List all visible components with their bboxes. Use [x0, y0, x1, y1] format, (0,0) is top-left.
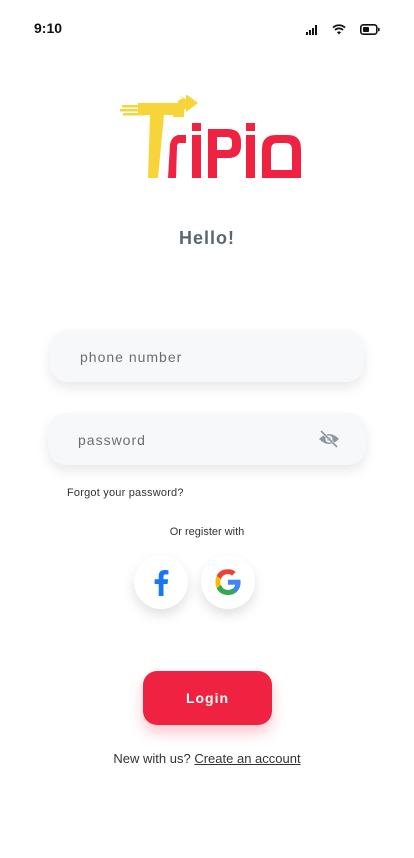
password-field[interactable]: [48, 413, 366, 467]
phone-input[interactable]: [78, 330, 312, 384]
password-input[interactable]: [76, 413, 310, 467]
greeting-title: Hello!: [178, 228, 235, 248]
google-button[interactable]: [201, 555, 255, 609]
signal-icon: [306, 24, 318, 35]
status-icons: [306, 24, 380, 35]
battery-icon: [360, 24, 380, 35]
tripia-logo: [120, 94, 305, 185]
wifi-icon: [332, 24, 346, 35]
create-account-link[interactable]: Create an account: [194, 751, 300, 766]
register-with-label: Or register with: [169, 526, 245, 538]
status-bar: 9:10: [0, 0, 414, 56]
login-button[interactable]: Login: [143, 671, 272, 725]
facebook-button[interactable]: [134, 555, 188, 609]
facebook-icon: [154, 570, 169, 596]
status-time: 9:10: [34, 20, 63, 36]
forgot-password-link[interactable]: Forgot your password?: [67, 487, 184, 499]
google-icon: [215, 569, 241, 595]
phone-field[interactable]: [50, 330, 364, 384]
signup-prompt: New with us? Create an account: [0, 751, 414, 766]
signup-prompt-text: New with us?: [113, 751, 191, 766]
eye-slash-icon[interactable]: [318, 429, 340, 449]
